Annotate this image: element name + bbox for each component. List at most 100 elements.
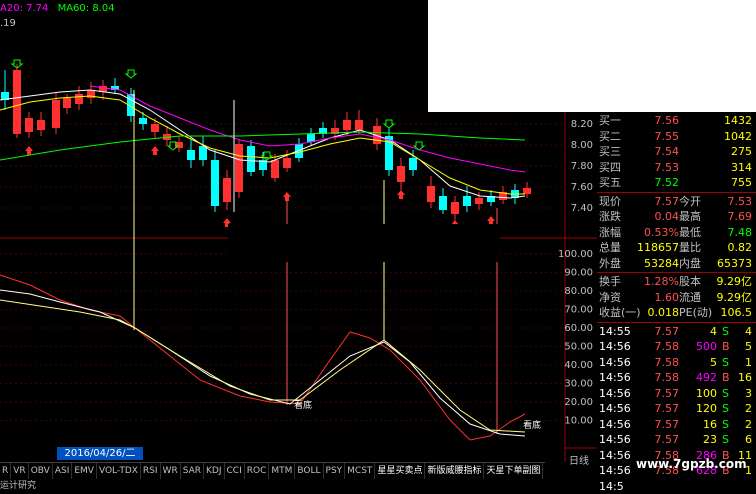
stat-label: 量比 [679,240,701,256]
tab-11[interactable]: ROC [245,463,270,479]
stat-value: 1.28% [637,274,679,290]
candle-body [271,160,279,178]
ask-price: 7.53 [637,160,679,176]
candle-body [235,144,243,192]
price-tick: 7.40 [571,203,593,214]
tab-12[interactable]: MTM [269,463,295,479]
candle-body [451,202,459,214]
tab-15[interactable]: MCST [345,463,375,479]
buy-arrow-icon [283,192,291,201]
stat-value: 0.82 [728,240,753,256]
candle-body [151,124,159,132]
candle-body [427,186,435,202]
ask-price: 7.56 [637,113,679,129]
tab-5[interactable]: VOL-TDX [97,463,141,479]
indicator-tick: 70.00 [564,305,593,316]
stat-row: 收益(一)0.018PE(动)106.5 [597,305,756,321]
price-tick: 7.80 [571,161,593,172]
ask-label: 买四 [599,160,621,176]
footer-text: 运计研究 [0,478,36,491]
tab-2[interactable]: OBV [29,463,53,479]
tick-row: 14:557.574S4 [597,324,756,340]
buy-arrow-icon [25,146,33,155]
ask-label: 买二 [599,129,621,145]
tab-16[interactable]: 星星买卖点 [375,463,425,479]
tick-time: 14:56 [599,401,631,417]
candle-body [463,196,471,206]
ask-label: 买三 [599,144,621,160]
kandi-mark-1: 看底 [294,398,312,411]
tick-count: 2 [745,417,752,433]
tick-count: 1 [745,355,752,371]
cursor-date-label: 2016/04/26/二 [57,447,143,460]
ind-line-red [0,275,525,440]
tick-time: 14:56 [599,463,631,479]
tab-9[interactable]: KDJ [204,463,225,479]
tick-side: B [722,339,730,355]
buy-arrow-icon [397,190,405,199]
tab-14[interactable]: PSY [324,463,346,479]
indicator-tick: 60.00 [564,323,593,334]
tick-price: 7.57 [637,401,679,417]
tick-volume: 120 [679,401,717,417]
tab-6[interactable]: RSI [141,463,161,479]
tab-10[interactable]: CCI [225,463,245,479]
candle-body [223,178,231,202]
tick-price: 7.57 [637,432,679,448]
tick-row: 14:567.5716S2 [597,417,756,433]
candle-body [63,98,71,108]
tick-volume: 4 [679,324,717,340]
stat-label: 总量 [599,240,621,256]
candle-body [247,146,255,172]
tab-8[interactable]: SAR [181,463,204,479]
stat-value: 9.29亿 [717,274,753,290]
tick-count: 2 [745,401,752,417]
volume-label: .19 [0,18,16,29]
ask-row: 买一7.561432 [597,113,756,129]
tick-time: 14:56 [599,417,631,433]
tab-0[interactable]: R [0,463,11,479]
stat-label: 收益(一) [599,305,641,321]
buy-arrow-icon [151,146,159,155]
tab-1[interactable]: VR [11,463,28,479]
tick-count: 6 [745,432,752,448]
stat-row: 换手1.28%股本9.29亿 [597,274,756,290]
tick-count: 16 [738,370,752,386]
stat-label: 内盘 [679,256,701,272]
tick-volume: 16 [679,417,717,433]
tick-side: S [722,401,729,417]
ask-volume: 275 [731,144,752,160]
sell-arrow-icon [384,120,394,128]
candle-body [409,158,417,170]
candle-body [37,120,45,130]
ask-row: 买三7.54275 [597,144,756,160]
tick-row: 14:567.58492B16 [597,370,756,386]
tick-row: 14:567.5723S6 [597,432,756,448]
tick-count: 4 [745,324,752,340]
tab-7[interactable]: WR [161,463,181,479]
ask-price: 7.55 [637,129,679,145]
stat-value: 9.29亿 [717,290,753,306]
ask-row: 买二 7.55 1042 [597,129,756,145]
tick-side: S [722,324,729,340]
price-tick: 8.00 [571,140,593,151]
ask-volume: 1042 [724,129,752,145]
tab-18[interactable]: 天星下单副图 [484,463,543,479]
candle-body [475,198,483,204]
tab-3[interactable]: ASI [53,463,73,479]
tab-4[interactable]: EMV [72,463,97,479]
sell-arrow-icon [168,142,178,150]
tick-time: 14:56 [599,355,631,371]
candle-body [439,196,447,210]
tick-volume: 23 [679,432,717,448]
indicator-tick: 90.00 [564,268,593,279]
tick-volume: 100 [679,386,717,402]
tab-13[interactable]: BOLL [295,463,323,479]
tab-19[interactable]: 主力建仓 [543,463,545,479]
tick-price: 7.57 [637,386,679,402]
tick-side: S [722,417,729,433]
ind-line-yellow [0,300,525,432]
tick-side: S [722,355,729,371]
tab-17[interactable]: 新版威腰指标 [425,463,484,479]
stat-label: 最高 [679,209,701,225]
